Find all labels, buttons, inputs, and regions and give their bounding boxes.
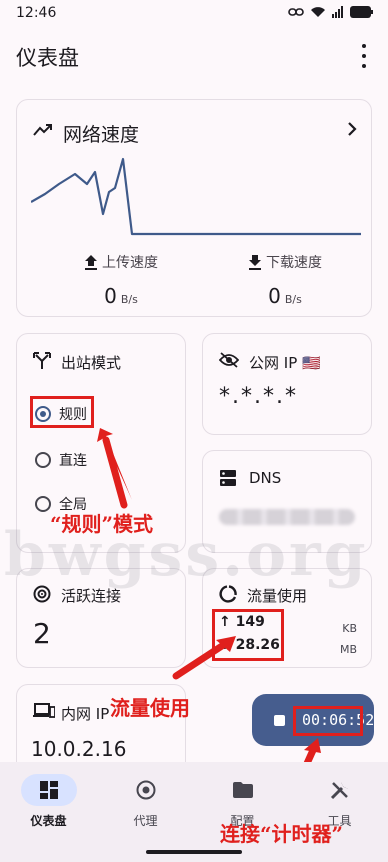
- trending-icon: [33, 124, 52, 136]
- dashboard-icon: [39, 781, 58, 799]
- upload-icon: [85, 255, 97, 270]
- upload-speed-value: 0: [104, 284, 117, 308]
- nav-proxy[interactable]: 代理: [97, 774, 194, 829]
- download-speed-unit: B/s: [284, 293, 302, 306]
- upload-speed-unit: B/s: [120, 293, 138, 306]
- annotation-traffic: 流量使用: [110, 696, 190, 720]
- visibility-off-icon: [219, 352, 239, 368]
- speed-graph: [31, 157, 361, 236]
- devices-icon: [33, 703, 55, 718]
- us-flag-icon: 🇺🇸: [302, 354, 321, 372]
- upload-speed: 上传速度 0 B/s: [61, 252, 181, 308]
- download-speed: 下载速度 0 B/s: [225, 252, 345, 308]
- page-title: 仪表盘: [16, 46, 79, 70]
- lan-ip-value: 10.0.2.16: [31, 737, 127, 761]
- network-speed-card[interactable]: 网络速度 上传速度 0 B/s 下载速度 0 B/s: [16, 99, 372, 317]
- annotation-timer: 连接“计时器”: [220, 822, 344, 846]
- public-ip-title: 公网 IP: [249, 354, 298, 372]
- mode-option-direct-label: 直连: [59, 453, 87, 469]
- battery-icon: [350, 6, 373, 18]
- signal-icon: [332, 6, 343, 18]
- lan-ip-title: 内网 IP: [61, 705, 110, 723]
- highlight-rule-option: [30, 396, 94, 428]
- tools-icon: [330, 782, 348, 800]
- chevron-right-icon[interactable]: [347, 122, 357, 136]
- stop-icon: [274, 715, 285, 726]
- download-icon: [249, 255, 261, 270]
- status-bar: 12:46: [0, 0, 388, 28]
- active-connections-value: 2: [33, 617, 51, 650]
- dns-title: DNS: [249, 469, 282, 487]
- dns-server-icon: [220, 470, 236, 486]
- status-time: 12:46: [16, 5, 57, 21]
- folder-icon: [232, 782, 253, 798]
- public-ip-value: *.*.*.*: [219, 384, 298, 409]
- download-traffic-unit: MB: [339, 643, 357, 656]
- home-indicator: [146, 850, 242, 854]
- radio-global[interactable]: [35, 496, 51, 512]
- nav-proxy-label: 代理: [133, 814, 158, 828]
- download-speed-label: 下载速度: [266, 255, 322, 271]
- nav-dashboard[interactable]: 仪表盘: [0, 774, 97, 829]
- bottom-navigation: 仪表盘 代理 配置 工具: [0, 762, 388, 862]
- highlight-timer: [293, 706, 363, 736]
- nav-dashboard-label: 仪表盘: [30, 814, 67, 828]
- more-vert-icon[interactable]: [354, 44, 374, 68]
- app-bar: 仪表盘: [0, 34, 388, 78]
- link-icon: [288, 8, 304, 16]
- outbound-mode-title: 出站模式: [61, 354, 122, 372]
- radio-direct[interactable]: [35, 452, 51, 468]
- annotation-mode: “规则”模式: [50, 512, 154, 536]
- highlight-traffic-values: [212, 609, 284, 661]
- mode-option-direct[interactable]: 直连: [35, 450, 87, 470]
- public-ip-card[interactable]: 公网 IP 🇺🇸 *.*.*.*: [202, 333, 372, 435]
- call-split-icon: [33, 352, 51, 369]
- network-speed-title: 网络速度: [63, 124, 140, 146]
- upload-traffic-unit: KB: [342, 622, 357, 635]
- wifi-icon: [311, 7, 325, 17]
- download-speed-value: 0: [268, 284, 281, 308]
- upload-speed-label: 上传速度: [102, 255, 158, 271]
- proxy-target-icon: [136, 780, 155, 800]
- status-icons: [288, 6, 374, 18]
